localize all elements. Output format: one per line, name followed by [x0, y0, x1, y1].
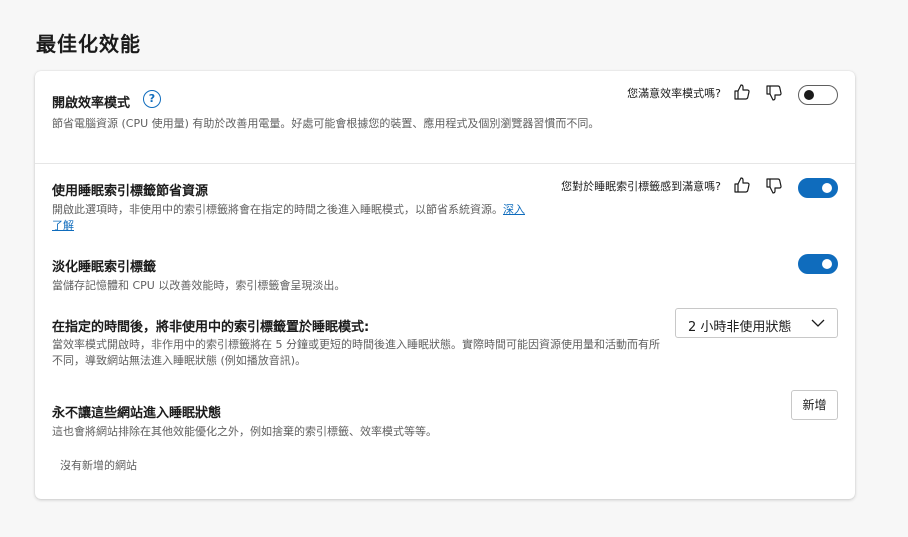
section-divider [35, 163, 855, 164]
chevron-down-icon [811, 319, 825, 327]
thumbs-up-icon[interactable] [732, 175, 752, 195]
sleep-timer-heading: 在指定的時間後，將非使用中的索引標籤置於睡眠模式: [52, 320, 370, 335]
never-sleep-heading: 永不讓這些網站進入睡眠狀態 [52, 406, 222, 421]
efficiency-mode-toggle[interactable] [798, 85, 838, 105]
sleep-timer-description: 當效率模式開啟時，非作用中的索引標籤將在 5 分鐘或更短的時間後進入睡眠狀態。實… [52, 338, 660, 367]
sleeping-tabs-heading: 使用睡眠索引標籤節省資源 [52, 184, 209, 199]
toggle-knob [822, 259, 832, 269]
fade-tabs-description: 當儲存記憶體和 CPU 以改善效能時，索引標籤會呈現淡出。 [52, 279, 346, 292]
thumbs-up-icon[interactable] [732, 82, 752, 102]
sleeping-tabs-description-text: 開啟此選項時，非使用中的索引標籤將會在指定的時間之後進入睡眠模式，以節省系統資源… [52, 203, 503, 216]
help-icon[interactable]: ? [143, 90, 161, 108]
efficiency-mode-description: 節省電腦資源 (CPU 使用量) 有助於改善用電量。好處可能會根據您的裝置、應用… [52, 117, 600, 130]
sleeping-tabs-description: 開啟此選項時，非使用中的索引標籤將會在指定的時間之後進入睡眠模式，以節省系統資源… [52, 202, 527, 234]
efficiency-feedback-question: 您滿意效率模式嗎? [627, 87, 721, 100]
no-sites-text: 沒有新增的網站 [60, 459, 137, 472]
never-sleep-description: 這也會將網站排除在其他效能優化之外，例如捨棄的索引標籤、效率模式等等。 [52, 425, 437, 438]
sleeping-tabs-feedback-question: 您對於睡眠索引標籤感到滿意嗎? [561, 180, 721, 193]
toggle-knob [822, 183, 832, 193]
efficiency-mode-heading: 開啟效率模式 [52, 96, 131, 111]
page-title: 最佳化效能 [36, 32, 141, 56]
thumbs-down-icon[interactable] [764, 176, 784, 196]
sleeping-tabs-toggle[interactable] [798, 178, 838, 198]
add-site-button[interactable]: 新增 [791, 390, 838, 420]
toggle-knob [804, 90, 814, 100]
sleep-timer-dropdown[interactable]: 2 小時非使用狀態 [675, 308, 838, 338]
thumbs-down-icon[interactable] [764, 83, 784, 103]
fade-tabs-heading: 淡化睡眠索引標籤 [52, 260, 157, 275]
fade-tabs-toggle[interactable] [798, 254, 838, 274]
sleep-timer-selected-value: 2 小時非使用狀態 [688, 320, 792, 335]
settings-card: 開啟效率模式 ? 節省電腦資源 (CPU 使用量) 有助於改善用電量。好處可能會… [35, 71, 855, 499]
